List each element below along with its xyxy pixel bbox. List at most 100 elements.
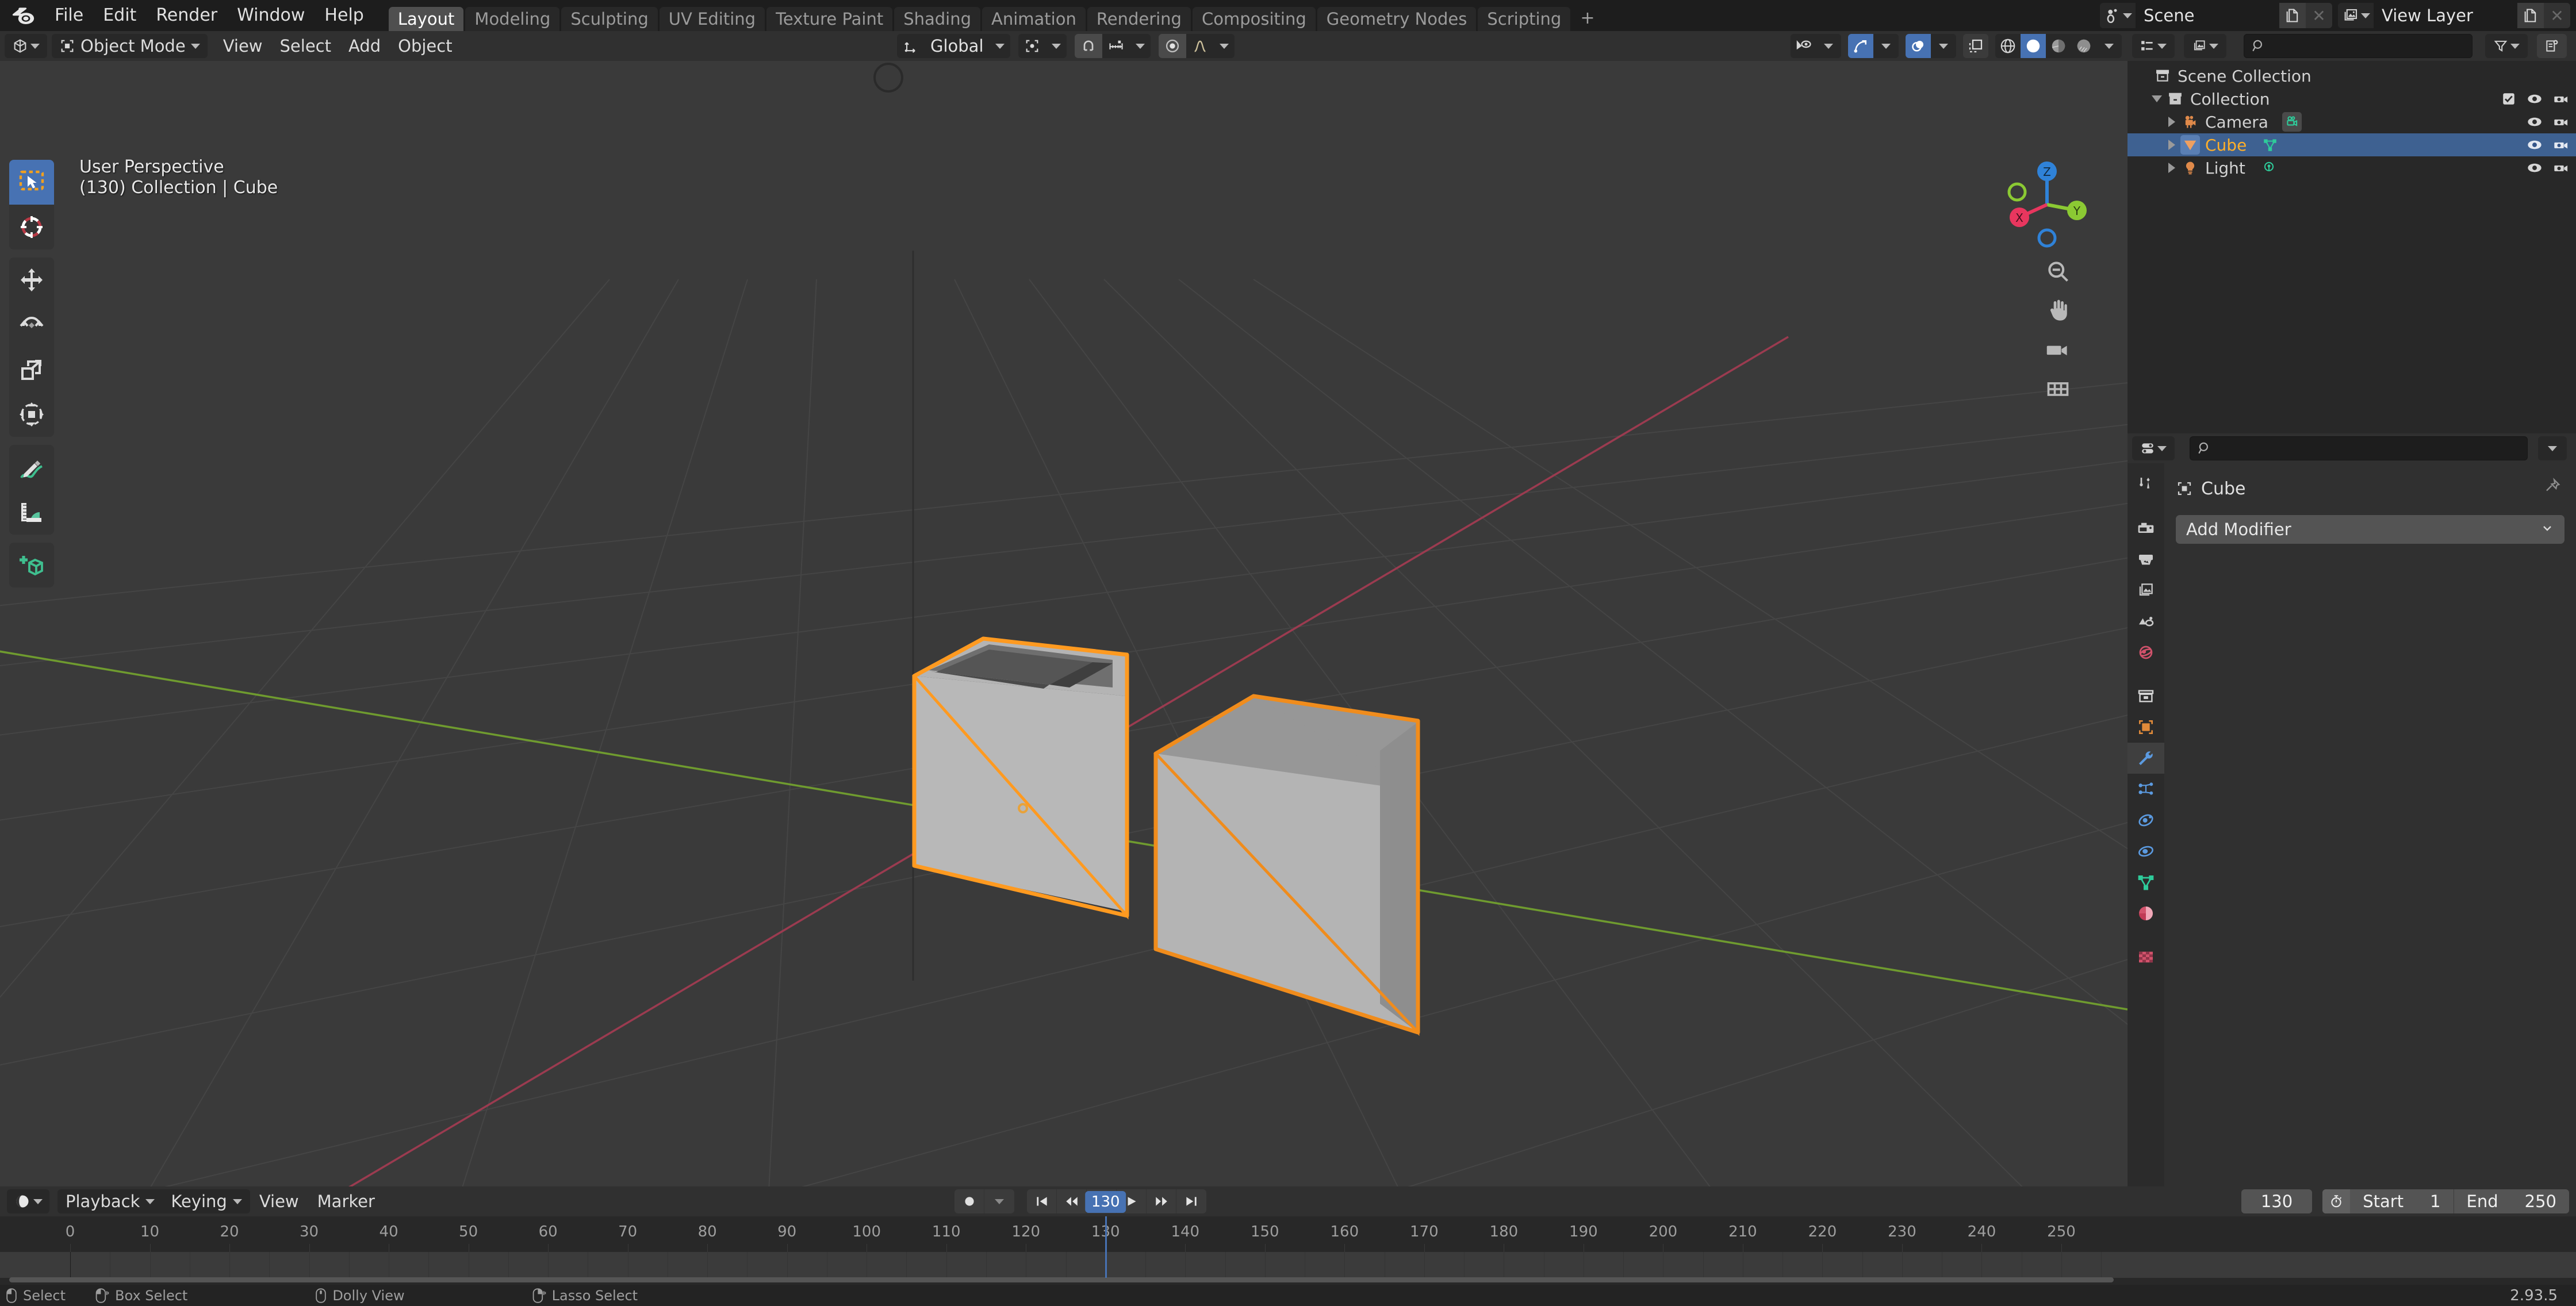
overlays-toggle-group[interactable]: [1906, 34, 1956, 58]
remove-view-layer-button[interactable]: ✕: [2544, 3, 2570, 28]
workspace-tab-uv-editing[interactable]: UV Editing: [659, 7, 765, 31]
new-view-layer-button[interactable]: [2517, 3, 2544, 28]
outliner-editor[interactable]: Scene Collection Collection Camera Cube …: [2128, 31, 2576, 433]
properties-options-button[interactable]: [2538, 436, 2567, 460]
measure-tool-icon[interactable]: [9, 490, 54, 535]
disclosure-triangle-collection[interactable]: [2148, 95, 2165, 102]
outliner-row-collection[interactable]: Collection: [2128, 87, 2576, 110]
shading-rendered-icon[interactable]: [2071, 34, 2096, 58]
overlays-chevron-down-icon[interactable]: [1931, 34, 1956, 58]
shading-solid-icon[interactable]: [2021, 34, 2046, 58]
playhead-frame-badge[interactable]: 130: [1084, 1191, 1126, 1213]
object-visibility-dropdown[interactable]: [1791, 34, 1841, 58]
falloff-curve-icon[interactable]: [1186, 34, 1214, 58]
camera-render-icon[interactable]: [2553, 114, 2569, 130]
cursor-3d-icon[interactable]: [9, 205, 54, 249]
interaction-mode-dropdown[interactable]: Object Mode: [52, 34, 208, 58]
auto-keying-group[interactable]: [954, 1189, 1014, 1213]
xray-toggle[interactable]: [1963, 34, 1988, 58]
scene-icon[interactable]: [2100, 3, 2136, 28]
unlink-scene-button[interactable]: ✕: [2306, 3, 2332, 28]
jump-to-next-keyframe-icon[interactable]: [1147, 1189, 1176, 1213]
camera-view-icon[interactable]: [2043, 335, 2073, 364]
add-modifier-button[interactable]: Add Modifier: [2176, 515, 2564, 544]
view-layer-tab-icon[interactable]: [2128, 575, 2164, 606]
viewport-menu-add[interactable]: Add: [340, 34, 389, 58]
camera-render-icon[interactable]: [2553, 160, 2569, 176]
timeline-menu-playback[interactable]: Playback: [57, 1189, 163, 1213]
jump-to-end-icon[interactable]: [1176, 1189, 1206, 1213]
menu-edit[interactable]: Edit: [93, 3, 146, 28]
timeline-track-area[interactable]: [0, 1252, 2576, 1278]
scene-tab-icon[interactable]: [2128, 606, 2164, 637]
outliner-display-mode-dropdown[interactable]: [2184, 34, 2226, 58]
toggle-ortho-icon[interactable]: [2043, 374, 2073, 404]
add-workspace-button[interactable]: +: [1572, 7, 1603, 31]
zoom-icon[interactable]: [2043, 256, 2073, 286]
move-tool-icon[interactable]: [9, 258, 54, 302]
eye-visibility-icon[interactable]: [2527, 114, 2543, 130]
filter-funnel-icon[interactable]: [2485, 34, 2528, 58]
proportional-editing-controls[interactable]: [1158, 34, 1235, 58]
transform-tool-icon[interactable]: [9, 392, 54, 437]
timeline-menu-marker[interactable]: Marker: [308, 1189, 384, 1213]
jump-to-prev-keyframe-icon[interactable]: [1057, 1189, 1087, 1213]
object-visibility-icon[interactable]: [1791, 34, 1816, 58]
outliner-row-cube[interactable]: Cube: [2128, 133, 2576, 156]
eye-visibility-icon[interactable]: [2527, 137, 2543, 153]
magnet-icon[interactable]: [1074, 34, 1102, 58]
overlays-icon[interactable]: [1906, 34, 1931, 58]
timeline-editor[interactable]: Playback Keying View Marker 130 Start 1 …: [0, 1186, 2576, 1285]
3d-viewport[interactable]: User Perspective (130) Collection | Cube: [0, 61, 2128, 1186]
rotate-tool-icon[interactable]: [9, 302, 54, 347]
constraints-tab-icon[interactable]: [2128, 836, 2164, 867]
outliner-row-scene-collection[interactable]: Scene Collection: [2128, 64, 2576, 87]
properties-editor[interactable]: Cube Add Modifier: [2128, 433, 2576, 1186]
workspace-tab-compositing[interactable]: Compositing: [1192, 7, 1316, 31]
workspace-tab-modeling[interactable]: Modeling: [465, 7, 560, 31]
workspace-tab-animation[interactable]: Animation: [982, 7, 1086, 31]
scene-name[interactable]: Scene: [2136, 3, 2279, 28]
tool-tab-icon[interactable]: [2128, 469, 2164, 500]
new-collection-icon[interactable]: [2537, 34, 2567, 58]
viewport-menu-view[interactable]: View: [214, 34, 271, 58]
particles-tab-icon[interactable]: [2128, 774, 2164, 805]
outliner-row-light[interactable]: Light: [2128, 156, 2576, 179]
timeline-ruler[interactable]: 0102030405060708090100110120130140150160…: [0, 1216, 2576, 1252]
modifier-tab-icon[interactable]: [2128, 743, 2164, 774]
object-tab-icon[interactable]: [2128, 712, 2164, 743]
outliner-row-camera[interactable]: Camera: [2128, 110, 2576, 133]
tweak-select-box-icon[interactable]: [9, 160, 54, 205]
scale-tool-icon[interactable]: [9, 347, 54, 392]
shading-mode-group[interactable]: [1995, 34, 2122, 58]
workspace-tab-shading[interactable]: Shading: [894, 7, 981, 31]
menu-help[interactable]: Help: [315, 3, 373, 28]
snapping-controls[interactable]: [1074, 34, 1151, 58]
annotate-tool-icon[interactable]: [9, 445, 54, 490]
texture-tab-icon[interactable]: [2128, 942, 2164, 973]
mesh-data-icon[interactable]: [2260, 135, 2280, 155]
proportional-edit-icon[interactable]: [1158, 34, 1186, 58]
snap-increment-icon[interactable]: [1102, 34, 1130, 58]
transform-orientation-dropdown[interactable]: Global: [897, 34, 1010, 58]
editor-type-timeline-icon[interactable]: [7, 1189, 49, 1213]
camera-render-icon[interactable]: [2553, 91, 2569, 107]
workspace-tab-layout[interactable]: Layout: [388, 7, 464, 31]
viewport-menu-select[interactable]: Select: [271, 34, 340, 58]
gizmo-toggle-group[interactable]: [1848, 34, 1899, 58]
current-frame-field[interactable]: 130: [2241, 1189, 2313, 1213]
frame-end-field[interactable]: End 250: [2454, 1189, 2569, 1213]
timeline-horizontal-scrollbar[interactable]: [9, 1277, 2114, 1282]
editor-type-properties-icon[interactable]: [2132, 436, 2175, 460]
stopwatch-icon[interactable]: [2322, 1189, 2351, 1213]
output-tab-icon[interactable]: [2128, 544, 2164, 575]
timeline-menu-view[interactable]: View: [250, 1189, 308, 1213]
workspace-tab-texture-paint[interactable]: Texture Paint: [766, 7, 893, 31]
workspace-tab-rendering[interactable]: Rendering: [1087, 7, 1191, 31]
data-tab-icon[interactable]: [2128, 867, 2164, 898]
menu-render[interactable]: Render: [146, 3, 227, 28]
view-layer-icon[interactable]: [2338, 3, 2374, 28]
new-scene-button[interactable]: [2279, 3, 2306, 28]
frame-start-field[interactable]: Start 1: [2350, 1189, 2454, 1213]
navigation-gizmo[interactable]: Z Y X: [2001, 159, 2093, 251]
